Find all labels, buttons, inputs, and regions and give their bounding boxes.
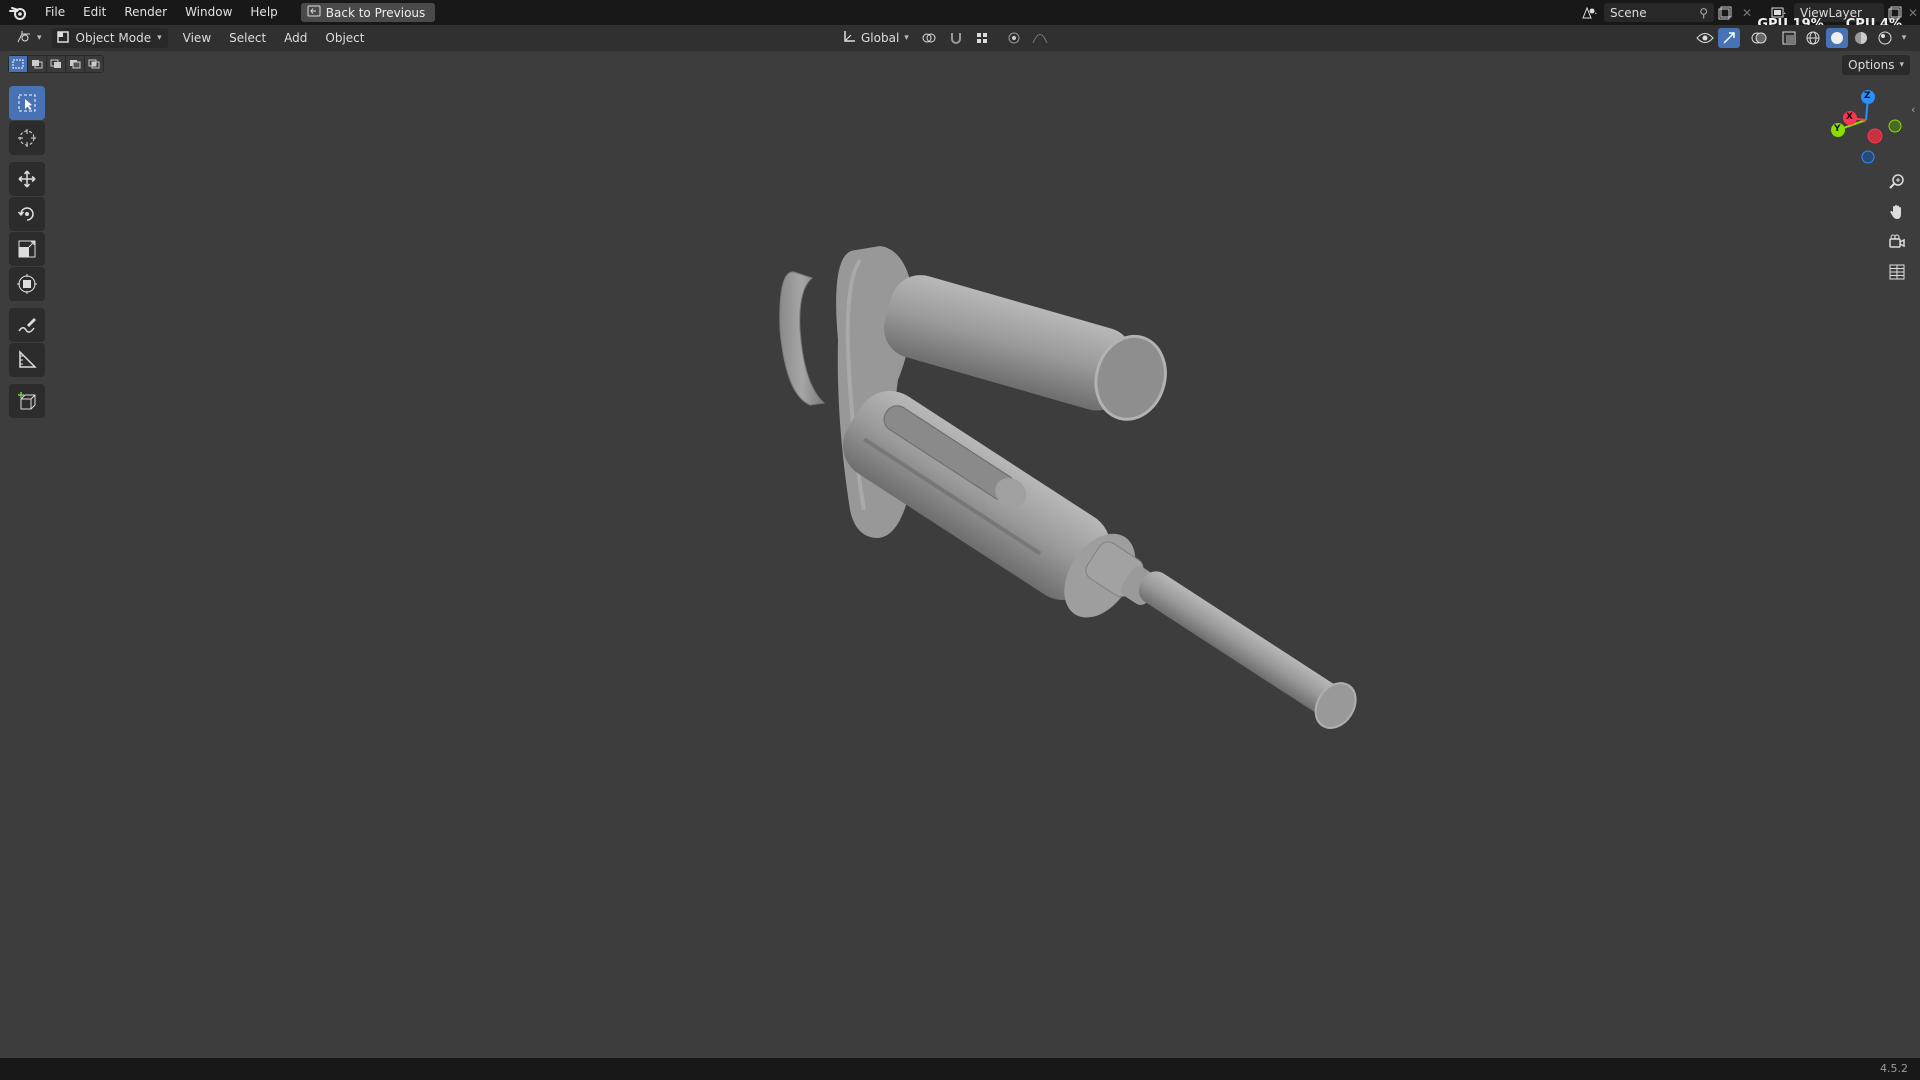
top-bar: File Edit Render Window Help Back to Pre… [0, 0, 1920, 32]
menu-window[interactable]: Window [176, 0, 241, 25]
menu-add[interactable]: Add [275, 31, 316, 45]
gizmo-toggle-icon[interactable] [1718, 28, 1740, 48]
gizmo-x-label: X [1846, 112, 1853, 122]
chevron-down-icon: ▾ [1899, 60, 1904, 70]
screen-back-icon [307, 5, 321, 20]
version-label: 4.5.2 [1880, 1062, 1908, 1075]
delete-scene-icon[interactable]: ✕ [1736, 3, 1758, 22]
camera-view-icon[interactable] [1882, 230, 1912, 254]
new-scene-icon[interactable] [1714, 3, 1736, 22]
overlays-icon[interactable] [1748, 28, 1770, 48]
move-tool-icon[interactable] [9, 162, 45, 196]
options-dropdown[interactable]: Options ▾ [1842, 55, 1910, 75]
viewport-display-tools: ▾ [1694, 28, 1910, 48]
blender-logo-icon[interactable] [0, 0, 36, 25]
transform-tools: Global ▾ [836, 28, 1051, 48]
gizmo-z-label: Z [1864, 91, 1871, 101]
rendered-shading-icon[interactable] [1874, 28, 1896, 48]
scale-tool-icon[interactable] [9, 232, 45, 266]
select-intersect-icon[interactable] [85, 56, 103, 72]
sidebar-toggle-icon[interactable]: ‹ [1911, 103, 1915, 116]
select-extend-icon[interactable] [28, 56, 46, 72]
solid-shading-icon[interactable] [1826, 28, 1848, 48]
viewport-header: ▾ Object Mode ▾ View Select Add Object G… [0, 25, 1920, 51]
scene-type-icon[interactable] [1578, 3, 1600, 22]
scene-name-field[interactable]: Scene ⚲ [1604, 3, 1714, 22]
menu-help[interactable]: Help [241, 0, 286, 25]
select-box-tool-icon[interactable] [9, 86, 45, 120]
select-new-icon[interactable] [9, 56, 27, 72]
tool-shelf [8, 86, 46, 419]
menu-file[interactable]: File [36, 0, 74, 25]
scene-name: Scene [1610, 5, 1647, 20]
orientation-axes-icon [842, 30, 856, 47]
object-mode-label: Object Mode [75, 31, 152, 45]
chevron-down-icon: ▾ [157, 33, 162, 43]
object-mode-dropdown[interactable]: Object Mode ▾ [51, 28, 168, 48]
annotate-tool-icon[interactable] [9, 308, 45, 342]
back-to-previous-button[interactable]: Back to Previous [300, 3, 436, 22]
pin-icon[interactable]: ⚲ [1699, 6, 1708, 20]
transform-orientation-dropdown[interactable]: Global ▾ [836, 28, 915, 48]
menu-select[interactable]: Select [220, 31, 275, 45]
menu-view[interactable]: View [174, 31, 220, 45]
back-to-previous-label: Back to Previous [325, 5, 426, 20]
selection-mode-group [8, 55, 104, 73]
select-invert-icon[interactable] [66, 56, 84, 72]
transform-orientation-label: Global [861, 31, 900, 45]
gizmo-y-label: Y [1834, 124, 1841, 134]
material-preview-shading-icon[interactable] [1850, 28, 1872, 48]
editor-type-selector[interactable]: ▾ [10, 28, 48, 48]
wireframe-shading-icon[interactable] [1802, 28, 1824, 48]
chevron-down-icon: ▾ [904, 33, 909, 43]
navigation-gizmo[interactable]: Z Y X [1824, 84, 1906, 166]
menu-object[interactable]: Object [316, 31, 373, 45]
rotate-tool-icon[interactable] [9, 197, 45, 231]
menu-edit[interactable]: Edit [74, 0, 115, 25]
options-label: Options [1848, 58, 1895, 72]
snap-target-icon[interactable] [971, 28, 993, 48]
add-cube-tool-icon[interactable] [9, 384, 45, 418]
chevron-down-icon: ▾ [37, 33, 42, 43]
pan-hand-icon[interactable] [1882, 200, 1912, 224]
menu-render[interactable]: Render [115, 0, 176, 25]
perspective-toggle-icon[interactable] [1882, 260, 1912, 284]
transform-tool-icon[interactable] [9, 267, 45, 301]
snap-icon[interactable] [945, 28, 967, 48]
cursor-tool-icon[interactable] [9, 121, 45, 155]
measure-tool-icon[interactable] [9, 343, 45, 377]
proportional-editing-icon[interactable] [1003, 28, 1025, 48]
status-bar: 4.5.2 [0, 1058, 1920, 1080]
delete-view-layer-icon[interactable]: ✕ [1906, 3, 1920, 22]
object-mode-icon [56, 30, 70, 47]
chevron-down-icon[interactable]: ▾ [1898, 28, 1910, 48]
select-subtract-icon[interactable] [47, 56, 65, 72]
visibility-eye-icon[interactable] [1694, 28, 1716, 48]
pivot-point-icon[interactable] [919, 28, 941, 48]
viewport-3d-model[interactable] [760, 220, 1380, 760]
zoom-icon[interactable] [1882, 170, 1912, 194]
viewport-navigation [1882, 170, 1912, 284]
xray-toggle-icon[interactable] [1778, 28, 1800, 48]
3d-viewport-icon [16, 30, 34, 47]
falloff-icon[interactable] [1029, 28, 1051, 48]
